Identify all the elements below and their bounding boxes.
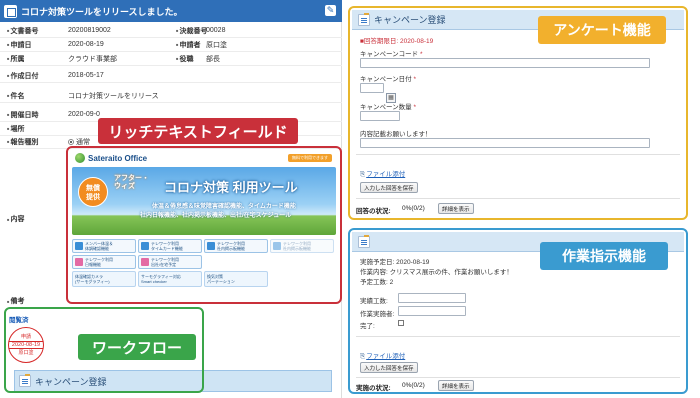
document-header: コロナ対策ツールをリリースしました。 ✎ [0, 0, 342, 22]
field-value: 2020-08-19 [68, 41, 104, 48]
field-label: 所属 [7, 54, 25, 64]
field-label: 報告種別 [7, 137, 39, 147]
field-label: 役職 [176, 54, 194, 64]
field-label: 件名 [7, 91, 25, 101]
field-label: 開催日時 [7, 110, 39, 120]
edit-icon[interactable]: ✎ [325, 5, 336, 16]
field-label: 文書番号 [7, 26, 39, 36]
field-value: 原口塗 [206, 41, 227, 49]
field-label: 場所 [7, 124, 25, 134]
field-value: 20200819002 [68, 27, 111, 34]
field-value: 部長 [206, 55, 220, 63]
field-row: 件名 コロナ対策ツールをリリース [0, 89, 342, 103]
field-label: 内容 [7, 214, 25, 224]
field-value: 2018-05-17 [68, 72, 104, 79]
workflow-callout: ワークフロー [78, 334, 196, 360]
rich-text-callout: リッチテキストフィールド [98, 118, 298, 144]
document-icon [4, 4, 17, 18]
field-row: 申請日 2020-08-19 申請者 原口塗 [0, 38, 342, 52]
field-row: 文書番号 20200819002 決裁番号 00028 [0, 24, 342, 38]
report-type-radio[interactable]: 通常 [68, 137, 90, 147]
survey-callout: アンケート機能 [538, 16, 666, 44]
document-title: コロナ対策ツールをリリースしました。 [21, 6, 183, 17]
field-label: 申請者 [176, 40, 201, 50]
field-value: クラウド事業部 [68, 55, 117, 63]
field-label: 備考 [7, 296, 25, 306]
radio-icon[interactable] [68, 138, 74, 145]
rich-text-highlight [66, 146, 342, 304]
field-label: 作成日付 [7, 71, 39, 81]
radio-label: 通常 [76, 138, 90, 146]
field-label: 申請日 [7, 40, 32, 50]
field-value: 00028 [206, 27, 226, 34]
field-value: コロナ対策ツールをリリース [68, 92, 159, 100]
field-row: 作成日付 2018-05-17 [0, 69, 342, 83]
field-row: 所属 クラウド事業部 役職 部長 [0, 52, 342, 66]
field-label: 決裁番号 [176, 26, 208, 36]
task-callout: 作業指示機能 [540, 242, 668, 270]
field-value: 2020-09-0 [68, 111, 100, 118]
